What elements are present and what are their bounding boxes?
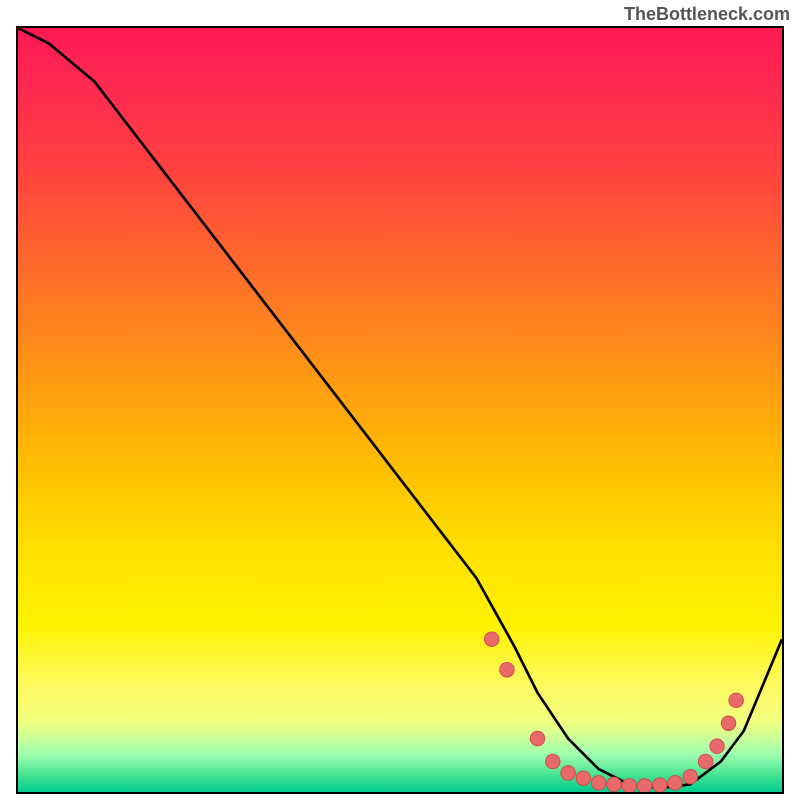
data-dot xyxy=(683,769,698,784)
data-dot xyxy=(698,754,713,769)
data-dot xyxy=(530,731,545,746)
data-dot xyxy=(591,776,606,791)
data-dot xyxy=(500,663,515,678)
data-dot xyxy=(546,754,561,769)
data-dot xyxy=(637,779,652,792)
data-dot xyxy=(576,771,591,786)
data-dot xyxy=(561,766,576,781)
data-dot xyxy=(710,739,725,754)
data-dot xyxy=(484,632,499,647)
data-dot xyxy=(729,693,744,708)
plot-area xyxy=(16,26,784,794)
data-dot xyxy=(668,776,683,791)
data-dot xyxy=(607,777,622,792)
data-dot xyxy=(622,779,637,792)
data-dot xyxy=(721,716,736,731)
data-dot xyxy=(653,778,668,792)
dots-layer xyxy=(18,28,782,792)
data-dots xyxy=(484,632,743,792)
watermark-label: TheBottleneck.com xyxy=(624,4,790,25)
